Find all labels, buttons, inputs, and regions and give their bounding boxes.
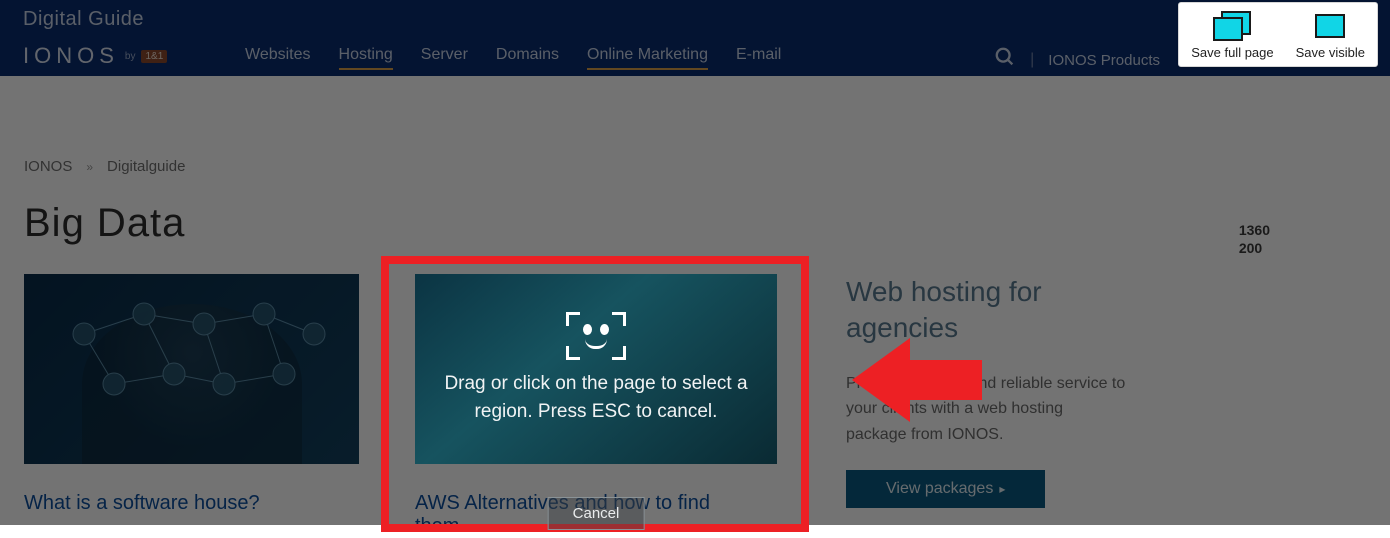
- save-visible-button[interactable]: Save visible: [1296, 11, 1365, 60]
- page-title: Big Data: [24, 201, 1366, 246]
- breadcrumb-ionos[interactable]: IONOS: [24, 158, 72, 175]
- divider: |: [1030, 51, 1034, 69]
- breadcrumb: IONOS » Digitalguide: [24, 158, 1366, 175]
- save-full-page-label: Save full page: [1191, 45, 1273, 60]
- network-icon: [24, 274, 359, 464]
- nav-domains[interactable]: Domains: [496, 46, 559, 70]
- article-2: AWS Alternatives and how to find them Dr…: [415, 274, 750, 538]
- article-1-title[interactable]: What is a software house?: [24, 492, 359, 515]
- view-packages-button[interactable]: View packages ▸: [846, 470, 1045, 508]
- capture-face-icon: [566, 312, 626, 360]
- page-content: IONOS » Digitalguide Big Data: [0, 158, 1390, 538]
- save-full-page-icon: [1213, 11, 1251, 41]
- breadcrumb-sep: »: [86, 160, 93, 174]
- nav-websites[interactable]: Websites: [245, 46, 311, 70]
- screenshot-tool-prompt: Drag or click on the page to select a re…: [415, 274, 777, 464]
- main-nav: Websites Hosting Server Domains Online M…: [245, 46, 781, 70]
- cancel-button[interactable]: Cancel: [548, 497, 645, 530]
- nav-server[interactable]: Server: [421, 46, 468, 70]
- save-visible-icon: [1311, 11, 1349, 41]
- save-visible-label: Save visible: [1296, 45, 1365, 60]
- nav-marketing[interactable]: Online Marketing: [587, 46, 708, 70]
- coord-y: 200: [1239, 240, 1270, 258]
- view-packages-label: View packages: [886, 480, 993, 498]
- brand-subtitle: Digital Guide: [23, 8, 167, 31]
- header-right: | IONOS Products: [994, 46, 1160, 74]
- brand-logo-text[interactable]: IONOS: [23, 43, 119, 69]
- search-icon[interactable]: [994, 46, 1016, 74]
- cursor-coordinates: 1360 200: [1239, 222, 1270, 257]
- screenshot-extension-toolbar: Save full page Save visible: [1178, 2, 1378, 67]
- annotation-arrow-icon: [852, 330, 992, 430]
- brand-by: by: [125, 51, 136, 62]
- article-1: What is a software house?: [24, 274, 359, 515]
- brand: Digital Guide IONOS by 1&1: [23, 8, 167, 69]
- coord-x: 1360: [1239, 222, 1270, 240]
- article-1-image[interactable]: [24, 274, 359, 464]
- nav-hosting[interactable]: Hosting: [339, 46, 393, 70]
- screenshot-tool-overlay: Drag or click on the page to select a re…: [415, 274, 777, 530]
- products-link[interactable]: IONOS Products: [1048, 52, 1160, 69]
- chevron-right-icon: ▸: [999, 482, 1005, 496]
- nav-email[interactable]: E-mail: [736, 46, 781, 70]
- breadcrumb-digitalguide[interactable]: Digitalguide: [107, 158, 185, 175]
- brand-badge: 1&1: [141, 50, 167, 63]
- save-full-page-button[interactable]: Save full page: [1191, 11, 1273, 60]
- overlay-instruction-text: Drag or click on the page to select a re…: [415, 370, 777, 427]
